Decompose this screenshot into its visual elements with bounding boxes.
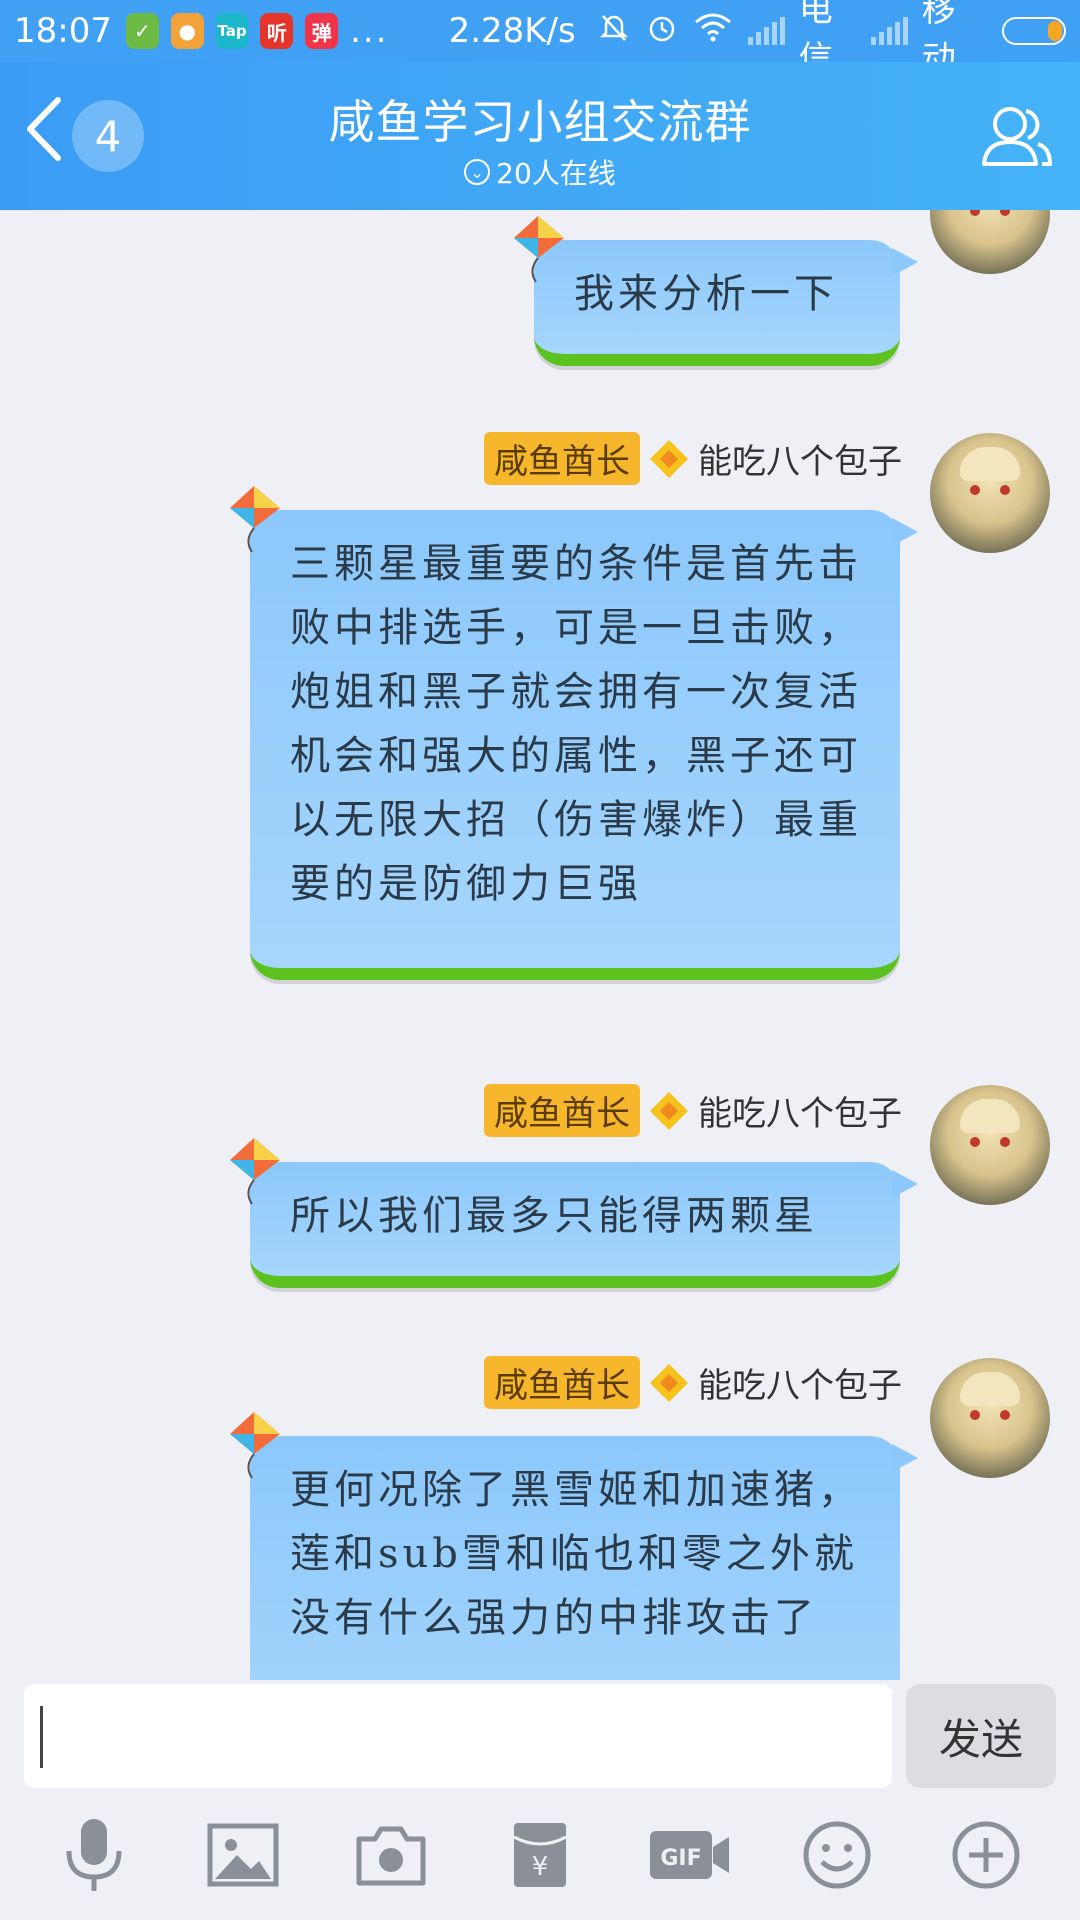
message-bubble[interactable]: 所以我们最多只能得两颗星	[230, 1138, 918, 1288]
members-icon	[982, 107, 1053, 166]
diamond-icon	[650, 439, 688, 478]
mute-bell-icon	[598, 11, 630, 51]
shield-app-icon: ✓	[125, 13, 159, 49]
rank-badge: 咸鱼酋长	[484, 1084, 640, 1137]
svg-text:GIF: GIF	[660, 1846, 701, 1871]
diamond-icon	[650, 1363, 688, 1402]
chat-message-list[interactable]: 我来分析一下 咸鱼酋长 能吃八个包子 三颗星最重要的条件是首先击败中排选手，可是…	[0, 210, 1080, 1680]
battery-icon	[1001, 17, 1066, 45]
alarm-icon	[646, 11, 678, 51]
red-packet-icon: ¥	[513, 1823, 567, 1887]
sender-info: 咸鱼酋长 能吃八个包子	[484, 1356, 902, 1409]
svg-text:¥: ¥	[532, 1852, 549, 1882]
network-speed: 2.28K/s	[448, 11, 576, 51]
page-title: 咸鱼学习小组交流群	[328, 95, 752, 149]
status-time: 18:07	[14, 11, 112, 51]
message-bubble[interactable]: 我来分析一下	[514, 216, 918, 366]
wifi-icon	[694, 12, 732, 50]
avatar[interactable]	[930, 210, 1050, 274]
group-members-button[interactable]	[976, 98, 1056, 178]
listen-app-icon: 听	[260, 13, 294, 49]
message-bubble[interactable]: 更何况除了黑雪姬和加速猪，莲和sub雪和临也和零之外就没有什么强力的中排攻击了	[230, 1412, 918, 1680]
voice-button[interactable]	[49, 1810, 139, 1900]
gif-button[interactable]: GIF	[644, 1810, 734, 1900]
smiley-icon	[803, 1821, 871, 1889]
message-composer: 发送	[0, 1680, 1080, 1790]
image-button[interactable]	[198, 1810, 288, 1900]
message-text: 三颗星最重要的条件是首先击败中排选手，可是一旦击败，炮姐和黑子就会拥有一次复活机…	[290, 541, 862, 907]
text-caret	[40, 1706, 43, 1768]
camera-icon	[356, 1826, 426, 1886]
microphone-icon	[66, 1819, 122, 1891]
chat-header: 4 咸鱼学习小组交流群 ⌄ 20人在线	[0, 62, 1080, 210]
avatar[interactable]	[930, 1085, 1050, 1205]
kite-icon	[230, 1138, 280, 1205]
message-text: 所以我们最多只能得两颗星	[290, 1193, 818, 1239]
kite-icon	[514, 216, 564, 283]
message-bubble[interactable]: 三颗星最重要的条件是首先击败中排选手，可是一旦击败，炮姐和黑子就会拥有一次复活机…	[230, 486, 918, 980]
message-text: 更何况除了黑雪姬和加速猪，莲和sub雪和临也和零之外就没有什么强力的中排攻击了	[290, 1467, 862, 1641]
sender-name[interactable]: 能吃八个包子	[698, 1358, 902, 1407]
message-text: 我来分析一下	[574, 271, 838, 317]
more-notifications: ...	[350, 11, 389, 51]
gif-icon: GIF	[649, 1831, 729, 1879]
sender-name[interactable]: 能吃八个包子	[698, 1086, 902, 1135]
kite-icon	[230, 486, 280, 553]
avatar[interactable]	[930, 433, 1050, 553]
camera-button[interactable]	[346, 1810, 436, 1900]
diamond-icon	[650, 1091, 688, 1130]
status-bar: 18:07 ✓ ● Tap 听 弹 ... 2.28K/s 电信 移动	[0, 0, 1080, 79]
danmaku-app-icon: 弹	[305, 13, 339, 49]
signal-strength-icon	[870, 17, 908, 45]
taptap-app-icon: Tap	[215, 13, 249, 49]
online-status[interactable]: ⌄ 20人在线	[0, 152, 1080, 192]
send-button[interactable]: 发送	[906, 1684, 1056, 1788]
online-count: 20人在线	[496, 157, 616, 190]
message-input[interactable]	[24, 1684, 892, 1788]
sender-info: 咸鱼酋长 能吃八个包子	[484, 432, 902, 485]
red-packet-button[interactable]: ¥	[495, 1810, 585, 1900]
sender-info: 咸鱼酋长 能吃八个包子	[484, 1084, 902, 1137]
image-icon	[207, 1823, 279, 1887]
rank-badge: 咸鱼酋长	[484, 432, 640, 485]
avatar[interactable]	[930, 1358, 1050, 1478]
rank-badge: 咸鱼酋长	[484, 1356, 640, 1409]
more-options-button[interactable]	[941, 1810, 1031, 1900]
emoji-button[interactable]	[792, 1810, 882, 1900]
chevron-down-icon: ⌄	[464, 159, 491, 185]
signal-strength-icon	[747, 17, 785, 45]
sender-name[interactable]: 能吃八个包子	[698, 434, 902, 483]
chat-app-icon: ●	[170, 13, 204, 49]
plus-icon	[952, 1821, 1020, 1889]
kite-icon	[230, 1412, 280, 1479]
composer-toolbar: ¥ GIF	[0, 1790, 1080, 1920]
